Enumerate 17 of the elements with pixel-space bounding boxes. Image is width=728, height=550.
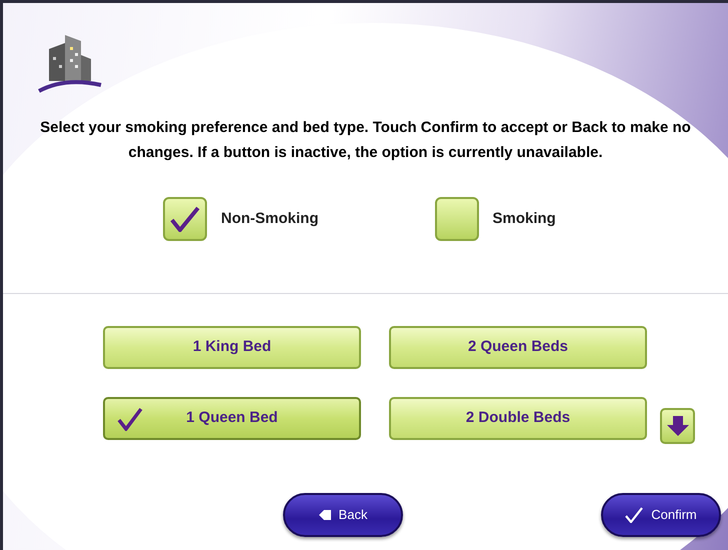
back-button[interactable]: Back [283,493,403,537]
confirm-button[interactable]: Confirm [601,493,721,537]
instruction-text: Select your smoking preference and bed type. Touch Confirm to accept or Back to make no changes. If a button is inactive, the option is currently unavailable. [39,118,692,163]
option-label: Smoking [492,208,556,229]
checkmark-icon [117,407,143,431]
bed-type-button[interactable]: 1 Queen Bed [103,397,361,440]
checkbox[interactable] [434,197,478,241]
back-arrow-icon [318,509,331,521]
checkmark-icon [170,206,200,232]
checkbox[interactable] [163,197,207,241]
bed-type-button[interactable]: 2 Queen Beds [389,326,647,369]
checkmark-icon [625,507,644,523]
down-arrow-icon [666,416,688,436]
bed-type-button[interactable]: 1 King Bed [103,326,361,369]
bed-type-button[interactable]: 2 Double Beds [389,397,647,440]
option-label: Non-Smoking [221,208,318,229]
scroll-down-button[interactable] [660,408,695,444]
